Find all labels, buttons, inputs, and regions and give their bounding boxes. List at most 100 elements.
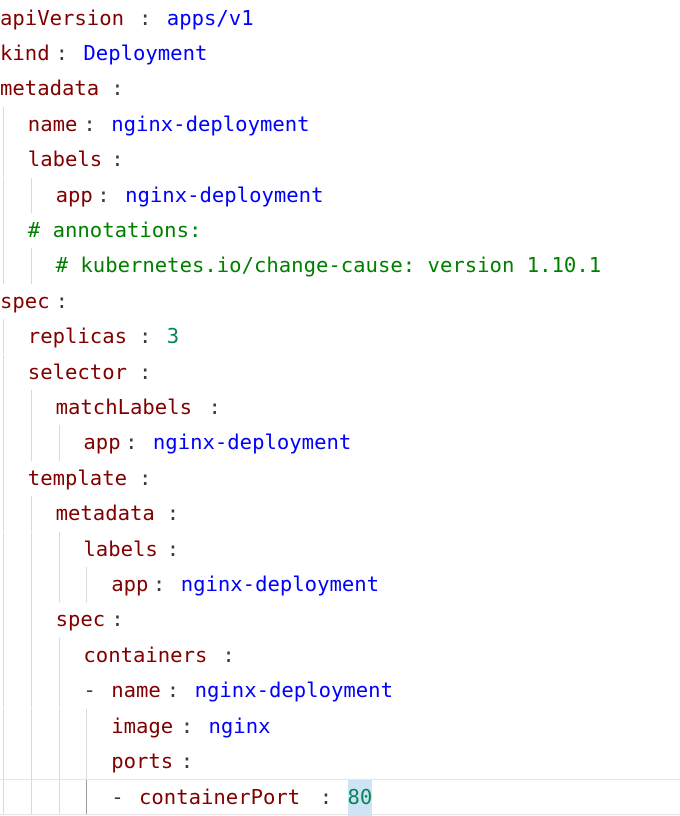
indent-guide bbox=[86, 780, 88, 814]
yaml-key: template bbox=[27, 465, 127, 490]
indent-guide bbox=[3, 212, 4, 249]
key-colon: : bbox=[55, 288, 68, 313]
indent-guide bbox=[3, 354, 4, 390]
indent-guide bbox=[30, 743, 32, 780]
code-line[interactable]: matchLabels: bbox=[0, 389, 680, 426]
code-line[interactable]: kind: Deployment bbox=[0, 36, 680, 71]
key-colon: : bbox=[180, 713, 194, 738]
yaml-comment: # kubernetes.io/change-cause: version 1.… bbox=[55, 253, 602, 278]
indent-guide bbox=[30, 496, 32, 532]
code-line[interactable]: labels: bbox=[0, 531, 680, 567]
indent-guide bbox=[58, 743, 60, 780]
indent-guide bbox=[3, 673, 4, 709]
code-line[interactable]: - containerPort:80 bbox=[0, 779, 680, 816]
key-colon: : bbox=[152, 571, 166, 596]
key-colon: : bbox=[97, 182, 110, 207]
indent-guide bbox=[3, 460, 4, 497]
key-colon: : bbox=[139, 324, 152, 349]
yaml-value: 80 bbox=[347, 780, 373, 816]
indent-guide bbox=[3, 637, 4, 674]
key-colon: : bbox=[125, 430, 138, 455]
indent-guide bbox=[58, 673, 60, 709]
code-line[interactable]: selector: bbox=[0, 354, 680, 390]
code-line[interactable]: replicas:3 bbox=[0, 319, 680, 355]
key-colon: : bbox=[111, 147, 124, 172]
code-line[interactable]: labels: bbox=[0, 142, 680, 178]
code-line[interactable]: apiVersion: apps/v1 bbox=[0, 1, 680, 36]
code-line[interactable]: ports: bbox=[0, 743, 680, 780]
code-line[interactable]: name: nginx-deployment bbox=[0, 106, 680, 143]
yaml-key: ports bbox=[111, 748, 174, 773]
code-line[interactable]: app: nginx-deployment bbox=[0, 177, 680, 213]
indent-guide bbox=[30, 177, 32, 213]
indent-guide bbox=[30, 602, 32, 638]
indent-guide bbox=[58, 531, 60, 567]
code-line[interactable]: containers: bbox=[0, 637, 680, 674]
code-line[interactable]: # annotations: bbox=[0, 212, 680, 249]
yaml-value: nginx-deployment bbox=[125, 182, 324, 207]
yaml-key: containerPort bbox=[139, 785, 301, 810]
indent-guide bbox=[30, 708, 32, 744]
yaml-code-editor[interactable]: apiVersion: apps/v1 kind: Deployment metadat… bbox=[0, 0, 680, 816]
indent-guide bbox=[3, 319, 4, 355]
yaml-value: nginx bbox=[208, 713, 271, 738]
key-colon: : bbox=[166, 501, 180, 526]
key-colon: : bbox=[208, 394, 221, 419]
indent-guide bbox=[30, 531, 32, 567]
indent-guide bbox=[3, 496, 4, 532]
yaml-key: matchLabels bbox=[55, 394, 192, 419]
yaml-key: spec bbox=[0, 288, 50, 313]
yaml-key: image bbox=[111, 713, 174, 738]
key-colon: : bbox=[180, 748, 194, 773]
yaml-key: replicas bbox=[27, 324, 127, 349]
indent-guide bbox=[3, 531, 4, 567]
code-line[interactable]: spec: bbox=[0, 602, 680, 638]
indent-guide bbox=[58, 708, 60, 744]
key-colon: : bbox=[55, 40, 68, 65]
yaml-key: name bbox=[27, 111, 78, 136]
list-dash: - bbox=[111, 785, 124, 810]
indent-guide bbox=[30, 389, 32, 426]
key-colon: : bbox=[111, 76, 124, 101]
indent-guide bbox=[3, 743, 4, 780]
key-colon: : bbox=[139, 359, 152, 384]
indent-guide bbox=[3, 602, 4, 638]
indent-guide bbox=[86, 708, 88, 744]
indent-guide bbox=[58, 425, 60, 461]
yaml-key: app bbox=[111, 571, 149, 596]
indent-guide bbox=[3, 248, 4, 284]
yaml-key: labels bbox=[27, 147, 103, 172]
indent-guide bbox=[58, 566, 60, 603]
indent-guide bbox=[3, 106, 4, 143]
code-line[interactable]: app: nginx-deployment bbox=[0, 425, 680, 461]
code-line[interactable]: app: nginx-deployment bbox=[0, 566, 680, 603]
indent-guide bbox=[30, 566, 32, 603]
yaml-value: 3 bbox=[166, 324, 180, 349]
key-colon: : bbox=[222, 642, 235, 667]
yaml-key: metadata bbox=[55, 501, 155, 526]
code-line[interactable]: metadata: bbox=[0, 496, 680, 532]
code-line[interactable]: spec: bbox=[0, 284, 680, 319]
indent-guide bbox=[3, 177, 4, 213]
yaml-key: metadata bbox=[0, 76, 100, 101]
indent-guide bbox=[86, 566, 88, 603]
yaml-key: spec bbox=[55, 607, 106, 632]
yaml-key: selector bbox=[27, 359, 127, 384]
code-line[interactable]: # kubernetes.io/change-cause: version 1.… bbox=[0, 248, 680, 284]
yaml-value: nginx-deployment bbox=[180, 571, 380, 596]
indent-guide bbox=[3, 780, 4, 814]
indent-guide bbox=[3, 425, 4, 461]
yaml-key: kind bbox=[0, 40, 50, 65]
code-line[interactable]: - name: nginx-deployment bbox=[0, 673, 680, 709]
yaml-key: app bbox=[83, 430, 121, 455]
code-line[interactable]: template: bbox=[0, 460, 680, 497]
yaml-value: nginx-deployment bbox=[194, 678, 393, 703]
indent-guide bbox=[3, 389, 4, 426]
code-line[interactable]: metadata: bbox=[0, 71, 680, 106]
code-line[interactable]: image: nginx bbox=[0, 708, 680, 744]
indent-guide bbox=[30, 637, 32, 674]
yaml-key: labels bbox=[83, 536, 158, 561]
yaml-key: apiVersion bbox=[0, 5, 124, 30]
yaml-key: app bbox=[55, 182, 93, 207]
indent-guide bbox=[30, 673, 32, 709]
